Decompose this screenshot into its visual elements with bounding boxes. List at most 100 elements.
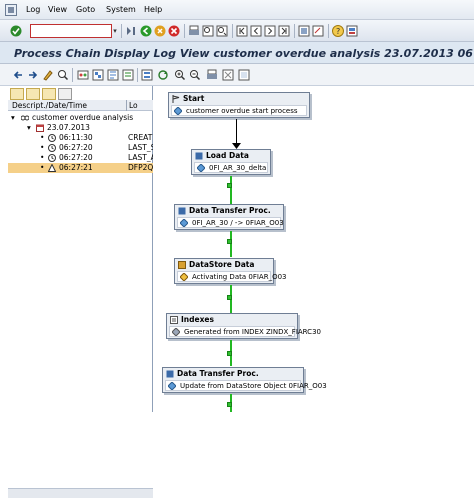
last-page-icon[interactable] [278, 25, 290, 37]
tree-label: 23.07.2013 [47, 123, 90, 132]
chain-node-datastore[interactable]: DataStore Data Activating Data 0FIAR_O03 [174, 258, 286, 284]
menu-system[interactable]: System [106, 5, 136, 14]
first-page-icon[interactable] [236, 25, 248, 37]
tree-node-date[interactable]: ▾ 23.07.2013 [8, 123, 153, 133]
zoom-in-icon[interactable] [174, 69, 186, 81]
change-mode-icon[interactable] [42, 69, 54, 81]
refresh-icon[interactable] [157, 69, 169, 81]
collapse-triangle-icon[interactable]: ▾ [27, 123, 31, 132]
tree-node-run-selected[interactable]: • 06:27:21 DFP2QI [8, 163, 153, 173]
application-toolbar [0, 64, 474, 86]
cancel-icon[interactable] [168, 25, 180, 37]
index-icon [170, 316, 178, 324]
success-connector-dot[interactable] [227, 295, 232, 300]
tree-label: 06:27:20 [59, 143, 93, 152]
screen-title-bar: Process Chain Display Log View customer … [0, 42, 474, 64]
toolbar-separator [294, 24, 295, 38]
node-text: 0FI_AR_30 / -> 0FIAR_O03 [192, 219, 284, 227]
shortcut-icon[interactable] [312, 25, 324, 37]
success-connector-dot[interactable] [227, 402, 232, 407]
success-connector-dot[interactable] [227, 239, 232, 244]
node-body: 0FI_AR_30_delta [194, 162, 268, 173]
tree-log-value: LAST_S [128, 143, 153, 152]
node-text: 0FI_AR_30_delta [209, 164, 267, 172]
layout-button[interactable] [42, 88, 56, 100]
success-connector-dot[interactable] [227, 351, 232, 356]
back-icon[interactable] [140, 25, 152, 37]
node-title: Start [183, 94, 205, 103]
legend-icon[interactable] [238, 69, 250, 81]
column-divider[interactable] [126, 100, 127, 111]
toolbar-separator [232, 24, 233, 38]
chain-node-indexes[interactable]: Indexes Generated from INDEX ZINDX_FIARC… [166, 313, 321, 339]
tree-node-run[interactable]: • 06:27:20 LAST_A [8, 153, 153, 163]
command-field[interactable] [30, 24, 112, 38]
chain-node-dtp-update[interactable]: Data Transfer Proc. Update from DataStor… [162, 367, 327, 393]
success-connector-dot[interactable] [227, 183, 232, 188]
command-dropdown-arrow[interactable]: ▾ [111, 24, 119, 38]
find-icon[interactable] [202, 25, 214, 37]
bullet-icon: • [40, 163, 45, 172]
chain-node-load-data[interactable]: Load Data 0FI_AR_30_delta [191, 149, 271, 175]
node-title: Indexes [181, 315, 214, 324]
layout-icon[interactable] [141, 69, 153, 81]
enter-checkmark-icon[interactable] [10, 25, 22, 37]
planning-view-icon[interactable] [107, 69, 119, 81]
overview-icon[interactable] [92, 69, 104, 81]
export-button[interactable] [58, 88, 72, 100]
menu-log[interactable]: Log [26, 5, 40, 14]
save-icon[interactable] [125, 25, 137, 37]
column-header-description[interactable]: Descript./Date/Time [12, 101, 87, 110]
toolbar-separator [121, 24, 122, 38]
sap-menu-icon[interactable] [5, 4, 17, 16]
find-next-icon[interactable] [216, 25, 228, 37]
node-body: customer overdue start process [171, 105, 307, 116]
node-body: 0FI_AR_30 / -> 0FIAR_O03 [177, 217, 284, 228]
expand-all-button[interactable] [10, 88, 24, 100]
tree-node-run[interactable]: • 06:27:20 LAST_S [8, 143, 153, 153]
help-icon[interactable]: ? [332, 25, 344, 37]
chain-start-icon[interactable] [77, 69, 89, 81]
tree-node-chain[interactable]: ▾ customer overdue analysis [8, 113, 153, 123]
calendar-icon [36, 124, 44, 132]
clock-icon [48, 144, 56, 152]
print-icon[interactable] [188, 25, 200, 37]
generate-icon [172, 328, 180, 336]
bullet-icon: • [40, 133, 45, 142]
horizontal-scrollbar[interactable] [8, 488, 153, 498]
print-chain-icon[interactable] [206, 69, 218, 81]
clock-icon [48, 154, 56, 162]
svg-text:?: ? [336, 27, 340, 36]
display-mode-icon[interactable] [57, 69, 69, 81]
process-icon [174, 107, 182, 115]
customize-layout-icon[interactable] [346, 25, 358, 37]
bullet-icon: • [40, 153, 45, 162]
column-header-log[interactable]: Lo [129, 101, 138, 110]
zoom-out-icon[interactable] [189, 69, 201, 81]
arrow-left-icon[interactable] [12, 69, 24, 81]
datastore-icon [178, 261, 186, 269]
settings-icon[interactable] [222, 69, 234, 81]
log-tree-panel: Descript./Date/Time Lo ▾ customer overdu… [8, 86, 153, 498]
standard-toolbar: ▾ ? [0, 20, 474, 42]
process-chain-icon [21, 115, 29, 121]
previous-page-icon[interactable] [250, 25, 262, 37]
exit-icon[interactable] [154, 25, 166, 37]
collapse-triangle-icon[interactable]: ▾ [11, 113, 15, 122]
filter-button[interactable] [26, 88, 40, 100]
new-session-icon[interactable] [298, 25, 310, 37]
log-view-icon[interactable] [122, 69, 134, 81]
chain-node-start[interactable]: Start customer overdue start process [168, 92, 310, 118]
menu-view[interactable]: View [48, 5, 67, 14]
menu-help[interactable]: Help [144, 5, 162, 14]
node-text: Generated from INDEX ZINDX_FIARC30 [184, 328, 321, 336]
next-page-icon[interactable] [264, 25, 276, 37]
transformation-icon [180, 219, 188, 227]
chain-node-dtp[interactable]: Data Transfer Proc. 0FI_AR_30 / -> 0FIAR… [174, 204, 284, 230]
warning-triangle-icon [48, 164, 56, 172]
menu-goto[interactable]: Goto [76, 5, 95, 14]
tree-node-run[interactable]: • 06:11:30 CREATE [8, 133, 153, 143]
tree-column-header: Descript./Date/Time Lo [8, 100, 153, 111]
arrow-right-icon[interactable] [27, 69, 39, 81]
tree-log-value: DFP2QI [128, 163, 153, 172]
